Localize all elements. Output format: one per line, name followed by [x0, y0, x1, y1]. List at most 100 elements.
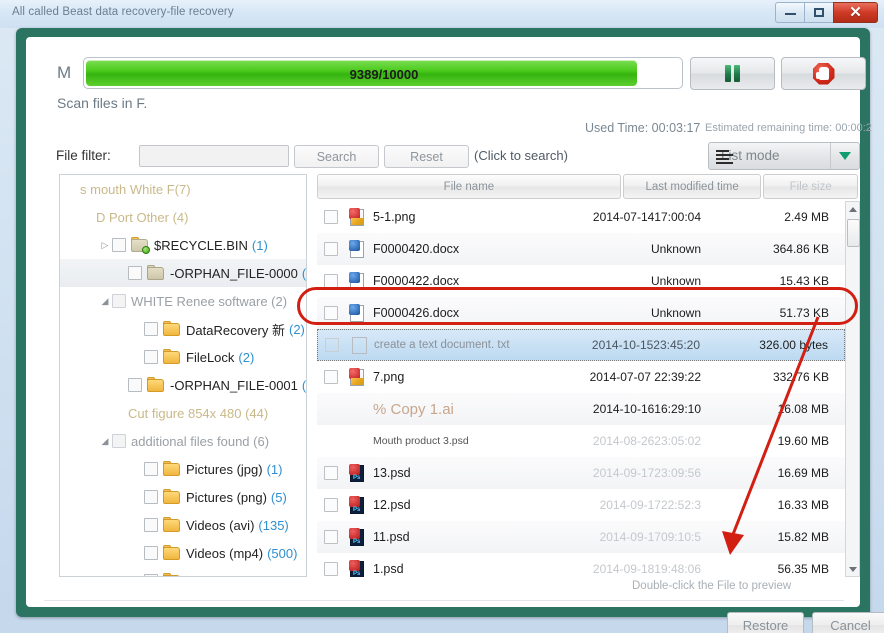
file-list-panel: File name Last modified time File size 5… — [317, 174, 860, 577]
pause-button[interactable] — [690, 57, 775, 90]
restore-button[interactable]: Restore — [727, 612, 804, 633]
tree-item-count: (1) — [266, 461, 283, 477]
reset-button[interactable]: Reset — [384, 145, 469, 168]
tree-item[interactable]: Pictures (jpg) (1) — [60, 455, 306, 483]
psd-file-icon: Ps — [349, 527, 366, 546]
file-row[interactable]: 5-1.png 2014-07-1417:00:04 2.49 MB — [317, 201, 845, 233]
folder-icon — [147, 376, 164, 392]
tree-item[interactable]: Cut figure 854x 480 (44) — [60, 399, 306, 427]
progress-value-text: 9389/10000 — [349, 66, 419, 82]
file-row[interactable]: F0000422.docx Unknown 15.43 KB — [317, 265, 845, 297]
file-type-icon-cell: Ps — [345, 463, 371, 482]
file-row[interactable]: create a text document. txt 2014-10-1523:… — [317, 329, 845, 361]
tree-item[interactable]: Pictures (png) (5) — [60, 483, 306, 511]
file-row-checkbox[interactable] — [324, 210, 338, 224]
file-row[interactable]: 7.png 2014-07-07 22:39:22 332.76 KB — [317, 361, 845, 393]
folder-icon — [131, 236, 150, 254]
file-list-scrollbar[interactable] — [845, 201, 860, 577]
chevron-down-icon[interactable] — [830, 143, 859, 169]
tree-item-checkbox[interactable] — [128, 266, 142, 280]
file-row[interactable]: Ps 13.psd 2014-09-1723:09:56 16.69 MB — [317, 457, 845, 489]
tree-item-checkbox[interactable] — [144, 518, 158, 532]
tree-item-checkbox[interactable] — [144, 546, 158, 560]
file-filter-input[interactable] — [139, 145, 289, 167]
maximize-icon — [814, 8, 824, 17]
file-name-cell: create a text document. txt — [374, 339, 510, 351]
tree-item-label: FileLock — [186, 349, 235, 365]
file-type-icon-cell — [346, 336, 372, 354]
file-row[interactable]: % Copy 1.ai 2014-10-1616:29:10 16.08 MB — [317, 393, 845, 425]
tree-expander-icon[interactable]: ◢ — [98, 296, 112, 307]
stop-button[interactable] — [781, 57, 866, 90]
tree-item-checkbox[interactable] — [112, 294, 126, 308]
cancel-button[interactable]: Cancel — [812, 612, 884, 633]
column-header-file-name[interactable]: File name — [317, 174, 621, 199]
tree-item[interactable]: D Port Other (4) — [60, 203, 306, 231]
file-row-checkbox[interactable] — [324, 466, 338, 480]
column-header-last-modified[interactable]: Last modified time — [622, 174, 762, 199]
tree-item[interactable]: Videos (mp4) (500) — [60, 539, 306, 567]
tree-item-checkbox[interactable] — [112, 434, 126, 448]
scan-progress-bar: 9389/10000 — [83, 57, 683, 89]
tree-item-label: -ORPHAN_FILE-0001 — [170, 377, 298, 393]
file-modified-time-cell: 2014-10-1523:45:20 — [591, 338, 700, 352]
tree-expander-icon[interactable]: ◢ — [98, 436, 112, 447]
tree-item[interactable]: ▷ $RECYCLE.BIN (1) — [60, 231, 306, 259]
view-mode-dropdown[interactable]: List mode — [708, 142, 860, 170]
file-row-checkbox[interactable] — [325, 338, 339, 352]
file-row-checkbox[interactable] — [324, 274, 338, 288]
search-button[interactable]: Search — [294, 145, 379, 168]
scan-status-text: Scan files in F. — [57, 95, 148, 111]
folder-icon — [163, 516, 180, 532]
tree-item-checkbox[interactable] — [144, 574, 158, 576]
folder-icon — [147, 264, 164, 280]
column-header-file-size[interactable]: File size — [763, 174, 858, 199]
file-row-checkbox[interactable] — [324, 562, 338, 576]
tree-item[interactable]: s mouth White F(7) — [60, 175, 306, 203]
file-row-checkbox-cell — [317, 370, 345, 384]
file-type-icon-cell — [345, 367, 371, 386]
scrollbar-thumb[interactable] — [847, 219, 860, 247]
file-size-cell: 326.00 bytes — [759, 338, 828, 352]
psd-file-icon: Ps — [349, 495, 366, 514]
png-file-icon — [349, 207, 366, 226]
file-row-checkbox[interactable] — [324, 370, 338, 384]
file-row-checkbox[interactable] — [324, 498, 338, 512]
scroll-down-icon[interactable] — [846, 562, 859, 576]
file-row-checkbox[interactable] — [324, 306, 338, 320]
tree-item[interactable]: FileLock (2) — [60, 343, 306, 371]
tree-item-checkbox[interactable] — [144, 350, 158, 364]
tree-item[interactable]: -ORPHAN_FILE-0000(500) — [60, 259, 306, 287]
tree-item-checkbox[interactable] — [144, 322, 158, 336]
file-row[interactable]: Mouth product 3.psd 2014-08-2623:05:02 19.… — [317, 425, 845, 457]
tree-item[interactable]: DataRecovery 新 (2) — [60, 315, 306, 343]
tree-item[interactable]: Videos (mp4)-0001 (500 — [60, 567, 306, 576]
tree-item[interactable]: -ORPHAN_FILE-0001(32) — [60, 371, 306, 399]
file-modified-time-cell: Unknown — [650, 306, 701, 320]
file-row[interactable]: F0000426.docx Unknown 51.73 KB — [317, 297, 845, 329]
minimize-button[interactable] — [775, 2, 804, 23]
tree-item-checkbox[interactable] — [144, 462, 158, 476]
tree-item[interactable]: Videos (avi) (135) — [60, 511, 306, 539]
file-row-checkbox[interactable] — [324, 242, 338, 256]
file-modified-time-cell: 2014-08-2623:05:02 — [592, 434, 701, 448]
tree-item-checkbox[interactable] — [128, 378, 142, 392]
maximize-button[interactable] — [804, 2, 833, 23]
scroll-up-icon[interactable] — [846, 202, 859, 216]
tree-item[interactable]: ◢ WHITE Renee software (2) — [60, 287, 306, 315]
tree-item-checkbox[interactable] — [144, 490, 158, 504]
file-row[interactable]: Ps 12.psd 2014-09-1722:52:3 16.33 MB — [317, 489, 845, 521]
estimated-time-text: Estimated remaining time: 00:00:2 — [705, 122, 872, 134]
file-row-checkbox[interactable] — [324, 530, 338, 544]
file-row[interactable]: F0000420.docx Unknown 364.86 KB — [317, 233, 845, 265]
tree-item[interactable]: ◢ additional files found (6) — [60, 427, 306, 455]
tree-item-checkbox[interactable] — [112, 238, 126, 252]
file-size-cell: 364.86 KB — [772, 242, 829, 256]
folder-tree-panel[interactable]: s mouth White F(7) D Port Other (4) ▷ $RECY… — [59, 174, 307, 577]
file-row[interactable]: Ps 11.psd 2014-09-1709:10:5 15.82 MB — [317, 521, 845, 553]
tree-expander-icon[interactable]: ▷ — [98, 240, 112, 251]
file-row-checkbox-cell — [317, 306, 345, 320]
file-name-cell: 11.psd — [373, 530, 410, 544]
file-row[interactable]: Ps 1.psd 2014-09-1819:48:06 56.35 MB — [317, 553, 845, 577]
close-button[interactable]: ✕ — [833, 2, 878, 23]
